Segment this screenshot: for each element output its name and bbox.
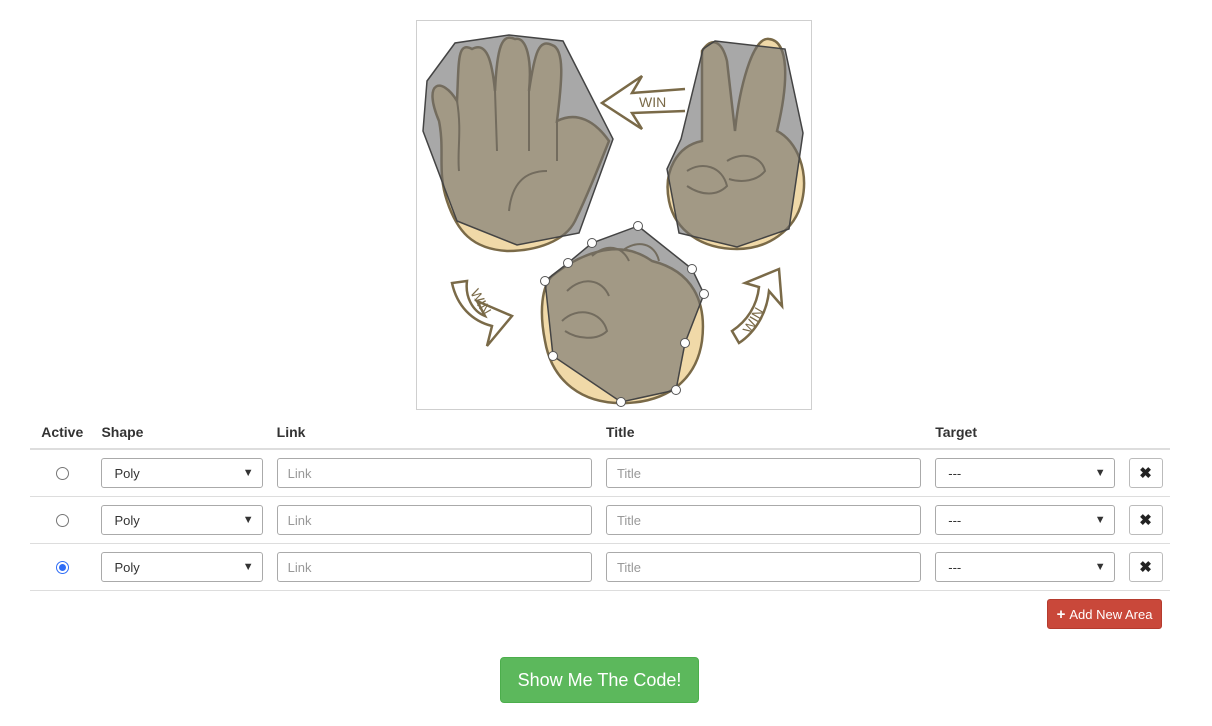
shape-select[interactable]: Poly ▼: [101, 505, 263, 535]
shape-select[interactable]: Poly ▼: [101, 552, 263, 582]
paper-hand: [422, 34, 614, 253]
image-map-canvas[interactable]: WIN WIN WIN: [416, 20, 812, 410]
close-icon: ✖: [1139, 559, 1152, 576]
header-target: Target: [928, 416, 1122, 450]
header-delete: [1121, 416, 1170, 450]
areas-table: Active Shape Link Title Target Poly ▼ Lin…: [30, 416, 1170, 591]
shape-select-value: Poly: [114, 559, 140, 575]
arrow-right: [730, 267, 784, 345]
target-select[interactable]: --- ▼: [935, 505, 1115, 535]
show-code-button[interactable]: Show Me The Code!: [500, 657, 699, 703]
title-input[interactable]: Title: [605, 458, 922, 488]
add-new-area-button[interactable]: + Add New Area: [1047, 599, 1162, 629]
target-select[interactable]: --- ▼: [935, 552, 1115, 582]
plus-icon: +: [1056, 605, 1066, 623]
header-link: Link: [269, 416, 599, 450]
active-radio[interactable]: [55, 513, 69, 527]
close-icon: ✖: [1139, 465, 1152, 482]
target-select-value: ---: [948, 465, 962, 481]
target-select-value: ---: [948, 512, 962, 528]
header-shape: Shape: [94, 416, 270, 450]
target-select-value: ---: [948, 559, 962, 575]
target-select[interactable]: --- ▼: [935, 458, 1115, 488]
arrow-top-label: WIN: [639, 94, 666, 110]
link-input[interactable]: Link: [276, 505, 592, 535]
arrow-right-label: WIN: [739, 305, 766, 337]
link-input[interactable]: Link: [276, 458, 592, 488]
header-title: Title: [598, 416, 929, 450]
chevron-down-icon: ▼: [1094, 514, 1106, 526]
rock-hand: [540, 225, 705, 405]
shape-select-value: Poly: [114, 512, 140, 528]
delete-area-button[interactable]: ✖: [1128, 552, 1163, 582]
shape-select[interactable]: Poly ▼: [101, 458, 263, 488]
link-input[interactable]: Link: [276, 552, 592, 582]
title-input[interactable]: Title: [605, 505, 922, 535]
rock-paper-scissors-image: WIN WIN WIN: [422, 34, 806, 407]
header-active: Active: [30, 416, 95, 450]
chevron-down-icon: ▼: [242, 514, 254, 526]
table-row: Poly ▼ Link Title --- ▼ ✖: [30, 496, 1170, 544]
chevron-down-icon: ▼: [1094, 467, 1106, 479]
chevron-down-icon: ▼: [242, 561, 254, 573]
chevron-down-icon: ▼: [242, 467, 254, 479]
active-radio[interactable]: [55, 560, 69, 574]
delete-area-button[interactable]: ✖: [1128, 458, 1163, 488]
table-row: Poly ▼ Link Title --- ▼ ✖: [30, 449, 1170, 497]
scissors-hand: [666, 37, 806, 251]
delete-area-button[interactable]: ✖: [1128, 505, 1163, 535]
add-new-area-label: Add New Area: [1069, 606, 1153, 622]
table-header-row: Active Shape Link Title Target: [30, 416, 1170, 450]
active-radio[interactable]: [55, 466, 69, 480]
chevron-down-icon: ▼: [1094, 561, 1106, 573]
table-row: Poly ▼ Link Title --- ▼ ✖: [30, 543, 1170, 591]
close-icon: ✖: [1139, 512, 1152, 529]
shape-select-value: Poly: [114, 465, 140, 481]
title-input[interactable]: Title: [605, 552, 922, 582]
